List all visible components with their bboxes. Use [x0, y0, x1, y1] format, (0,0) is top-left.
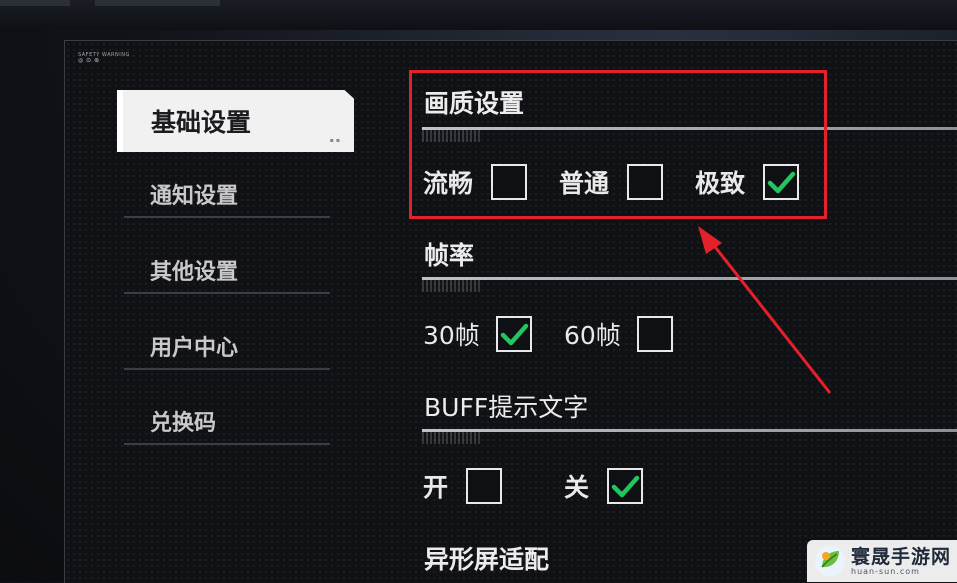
site-watermark: 寰晟手游网 huan-sun.com	[807, 540, 957, 582]
buff-option-off[interactable]: 关	[564, 468, 644, 504]
leaf-logo-icon	[815, 546, 845, 576]
framerate-option-30[interactable]: 30帧	[423, 316, 532, 352]
sidebar-item-label: 通知设置	[150, 184, 239, 209]
top-strip	[0, 0, 957, 30]
checkmark-icon	[611, 475, 640, 498]
buff-off-checkbox[interactable]	[607, 468, 644, 504]
sidebar-item-label: 其他设置	[150, 260, 239, 285]
sidebar-item-other-settings[interactable]: 其他设置	[124, 246, 330, 294]
section-divider	[422, 429, 957, 444]
framerate-section-title: 帧率	[424, 241, 475, 270]
highlight-box	[409, 70, 827, 219]
framerate-30-checkbox[interactable]	[495, 316, 532, 352]
framerate-option-60[interactable]: 60帧	[564, 316, 673, 352]
sidebar-item-user-center[interactable]: 用户中心	[124, 322, 330, 370]
checkmark-icon	[500, 323, 529, 346]
sidebar-item-label: 兑换码	[150, 411, 217, 436]
sidebar-item-redeem-code[interactable]: 兑换码	[124, 397, 330, 445]
brand-logo: SAFETY WARNING ◎ ⊙ ⊛	[78, 52, 130, 64]
buff-on-checkbox[interactable]	[466, 468, 503, 504]
sidebar-item-basic-settings[interactable]: 基础设置 ▪ ▪	[117, 90, 354, 152]
framerate-60-checkbox[interactable]	[636, 316, 673, 352]
notch-section-title: 异形屏适配	[424, 545, 550, 574]
section-divider	[422, 277, 957, 292]
buff-option-on[interactable]: 开	[423, 468, 503, 504]
sidebar-item-label: 基础设置	[151, 108, 252, 137]
sidebar-item-label: 用户中心	[150, 336, 239, 361]
sidebar-item-notification-settings[interactable]: 通知设置	[124, 170, 330, 218]
buff-section-title: BUFF提示文字	[424, 393, 589, 422]
